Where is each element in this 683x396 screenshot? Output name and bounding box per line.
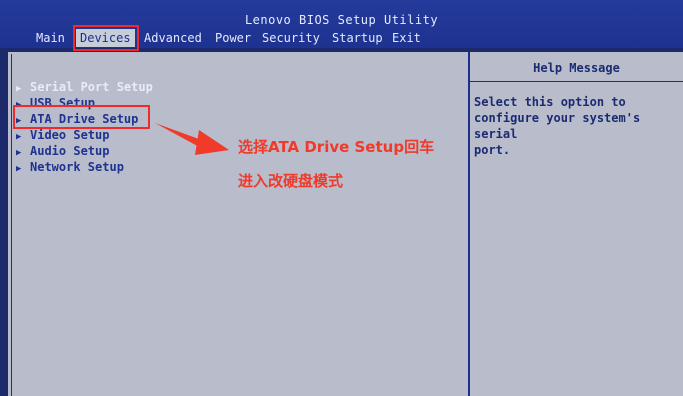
tab-advanced[interactable]: Advanced [144,29,202,47]
devices-tab-callout-box [73,25,139,51]
tab-exit[interactable]: Exit [392,29,421,47]
tab-startup[interactable]: Startup [332,29,383,47]
annotation-line-1: 选择ATA Drive Setup回车 [238,138,435,156]
tab-power[interactable]: Power [215,29,251,47]
panel-divider [468,52,470,396]
help-message-title: Help Message [533,61,620,75]
menu-item-network-setup[interactable]: ▶ Network Setup [16,159,124,175]
menu-item-label: Audio Setup [30,144,110,158]
tab-main[interactable]: Main [36,29,65,47]
callout-arrow-icon [155,123,229,155]
annotation-line-2: 进入改硬盘模式 [238,172,344,190]
menu-item-label: Serial Port Setup [30,80,153,94]
help-message-text: Select this option to configure your sys… [474,95,641,157]
menu-item-label: Video Setup [30,128,110,142]
tab-security[interactable]: Security [262,29,320,47]
help-title-rule [470,81,683,82]
menu-item-serial-port-setup[interactable]: ▶ Serial Port Setup [16,79,153,95]
ata-drive-callout-box [13,105,150,129]
panel-left-border [11,54,12,396]
submenu-arrow-icon: ▶ [16,164,22,174]
menu-item-video-setup[interactable]: ▶ Video Setup [16,127,109,143]
menu-item-label: Network Setup [30,160,124,174]
menu-item-audio-setup[interactable]: ▶ Audio Setup [16,143,109,159]
